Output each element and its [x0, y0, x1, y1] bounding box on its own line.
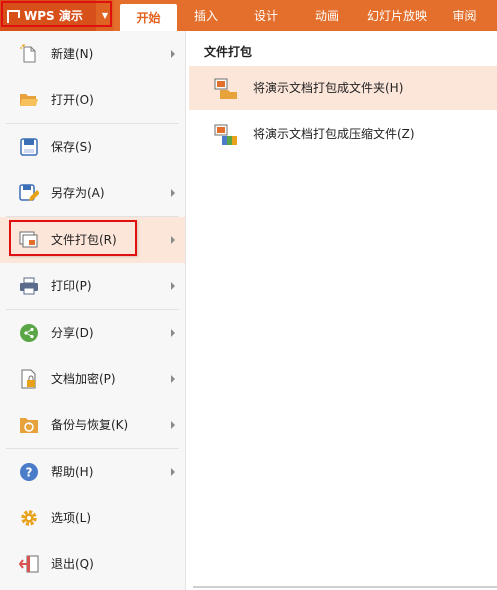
wps-logo-icon: [6, 9, 20, 23]
exit-icon: [19, 554, 39, 574]
package-folder-icon: [214, 78, 238, 100]
menu-item-print[interactable]: 打印(P): [0, 263, 185, 309]
app-title: WPS 演示: [24, 9, 83, 23]
submenu-arrow-icon: [171, 282, 175, 290]
menu-item-label: 另存为(A): [51, 186, 105, 200]
menu-item-label: 保存(S): [51, 140, 92, 154]
ribbon-bar: WPS 演示 ▼ 开始 插入 设计 动画 幻灯片放映 审阅: [0, 0, 497, 31]
menu-item-share[interactable]: 分享(D): [0, 310, 185, 356]
submenu-arrow-icon: [171, 468, 175, 476]
folder-open-icon: [19, 90, 39, 110]
menu-item-package[interactable]: 文件打包(R): [0, 217, 185, 263]
menu-item-label: 文档加密(P): [51, 372, 116, 386]
menu-item-encrypt[interactable]: 文档加密(P): [0, 356, 185, 402]
app-menu-dropdown-button[interactable]: ▼: [96, 0, 114, 31]
printer-icon: [19, 276, 39, 296]
menu-item-label: 文件打包(R): [51, 233, 117, 247]
tab-review[interactable]: 审阅: [437, 0, 492, 31]
panel-title: 文件打包: [204, 45, 253, 59]
menu-item-label: 帮助(H): [51, 465, 94, 479]
save-as-icon: [19, 183, 39, 203]
package-icon: [19, 230, 39, 250]
tab-home[interactable]: 开始: [120, 4, 177, 31]
menu-item-exit[interactable]: 退出(Q): [0, 541, 185, 587]
backup-icon: [19, 415, 39, 435]
file-menu: 新建(N) 打开(O) 保存(S) 另存为(A) 文件打包(R) 打印(P) 分…: [0, 31, 186, 590]
submenu-arrow-icon: [171, 189, 175, 197]
menu-item-label: 选项(L): [51, 511, 92, 525]
tab-slideshow[interactable]: 幻灯片放映: [357, 0, 437, 31]
menu-item-save[interactable]: 保存(S): [0, 124, 185, 170]
tab-animation[interactable]: 动画: [297, 0, 357, 31]
menu-item-open[interactable]: 打开(O): [0, 77, 185, 123]
submenu-arrow-icon: [171, 375, 175, 383]
panel-bottom-border: [193, 586, 497, 588]
menu-item-label: 新建(N): [51, 47, 94, 61]
submenu-arrow-icon: [171, 236, 175, 244]
wps-app-menu-button[interactable]: WPS 演示: [0, 0, 96, 31]
menu-item-save-as[interactable]: 另存为(A): [0, 170, 185, 216]
tab-design[interactable]: 设计: [235, 0, 297, 31]
menu-item-label: 退出(Q): [51, 557, 94, 571]
tab-insert[interactable]: 插入: [177, 0, 235, 31]
package-submenu-panel: 文件打包 将演示文档打包成文件夹(H) 将演示文档打包成压缩文件(Z): [189, 31, 497, 590]
package-to-zip-option[interactable]: 将演示文档打包成压缩文件(Z): [189, 112, 497, 156]
svg-text:?: ?: [26, 466, 33, 480]
menu-item-help[interactable]: ? 帮助(H): [0, 449, 185, 495]
help-icon: ?: [19, 462, 39, 482]
submenu-arrow-icon: [171, 50, 175, 58]
save-icon: [19, 137, 39, 157]
package-to-folder-option[interactable]: 将演示文档打包成文件夹(H): [189, 66, 497, 110]
ribbon-tabs: 开始 插入 设计 动画 幻灯片放映 审阅: [120, 0, 492, 31]
gear-icon: [19, 508, 39, 528]
submenu-arrow-icon: [171, 421, 175, 429]
sub-item-label: 将演示文档打包成压缩文件(Z): [253, 127, 415, 141]
menu-item-label: 打印(P): [51, 279, 92, 293]
menu-item-options[interactable]: 选项(L): [0, 495, 185, 541]
menu-item-label: 备份与恢复(K): [51, 418, 129, 432]
submenu-arrow-icon: [171, 329, 175, 337]
menu-item-backup[interactable]: 备份与恢复(K): [0, 402, 185, 448]
sub-item-label: 将演示文档打包成文件夹(H): [253, 81, 404, 95]
share-icon: [19, 323, 39, 343]
encrypt-icon: [19, 369, 39, 389]
menu-item-label: 分享(D): [51, 326, 94, 340]
new-file-icon: [19, 44, 39, 64]
menu-item-label: 打开(O): [51, 93, 94, 107]
package-zip-icon: [214, 124, 238, 146]
chevron-down-icon: ▼: [101, 11, 109, 20]
menu-item-new[interactable]: 新建(N): [0, 31, 185, 77]
